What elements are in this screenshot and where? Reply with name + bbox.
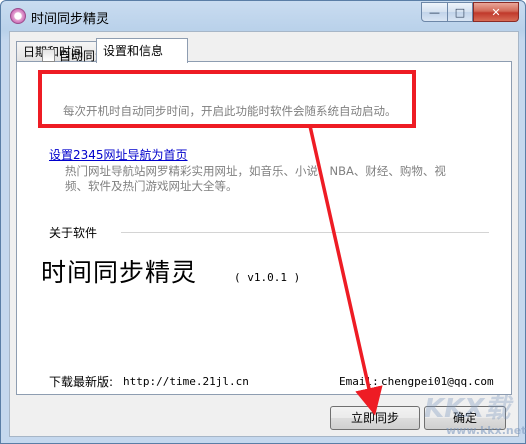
auto-sync-description: 每次开机时自动同步时间，开启此功能时软件会随系统自动启动。 xyxy=(63,104,397,118)
app-window: 时间同步精灵 — □ ✕ 日期和时间 设置和信息 立即同步 确定 自动同步时间 … xyxy=(0,0,526,444)
download-url[interactable]: http://time.21jl.cn xyxy=(123,375,249,388)
about-separator xyxy=(121,232,489,233)
version-label: ( v1.0.1 ) xyxy=(234,271,301,284)
app-name-title: 时间同步精灵 xyxy=(41,258,198,287)
minimize-icon: — xyxy=(429,5,440,19)
maximize-button[interactable]: □ xyxy=(448,2,473,22)
auto-sync-checkbox[interactable] xyxy=(42,49,55,62)
close-icon: ✕ xyxy=(491,5,501,19)
tab-settings-info[interactable]: 设置和信息 xyxy=(96,38,188,63)
email-label: Email: xyxy=(339,375,379,388)
minimize-button[interactable]: — xyxy=(421,2,448,22)
clock-app-icon xyxy=(10,8,26,24)
about-section-label: 关于软件 xyxy=(49,226,98,240)
window-controls: — □ ✕ xyxy=(421,2,519,22)
homepage-link[interactable]: 设置2345网址导航为首页 xyxy=(49,146,188,163)
download-label: 下载最新版: xyxy=(49,375,114,389)
email-address: chengpei01@qq.com xyxy=(381,375,494,388)
title-bar[interactable]: 时间同步精灵 — □ ✕ xyxy=(1,1,525,31)
window-title: 时间同步精灵 xyxy=(31,12,110,27)
sync-now-button[interactable]: 立即同步 xyxy=(330,406,420,430)
close-button[interactable]: ✕ xyxy=(473,2,519,22)
watermark-logo: KKX载 xyxy=(424,394,511,424)
maximize-icon: □ xyxy=(454,5,466,19)
homepage-description-line2: 频、软件及热门游戏网址大全等。 xyxy=(65,179,238,193)
watermark-site: www.kkx.net xyxy=(446,424,526,437)
homepage-description-line1: 热门网址导航站网罗精彩实用网址，如音乐、小说、NBA、财经、购物、视 xyxy=(65,164,446,178)
